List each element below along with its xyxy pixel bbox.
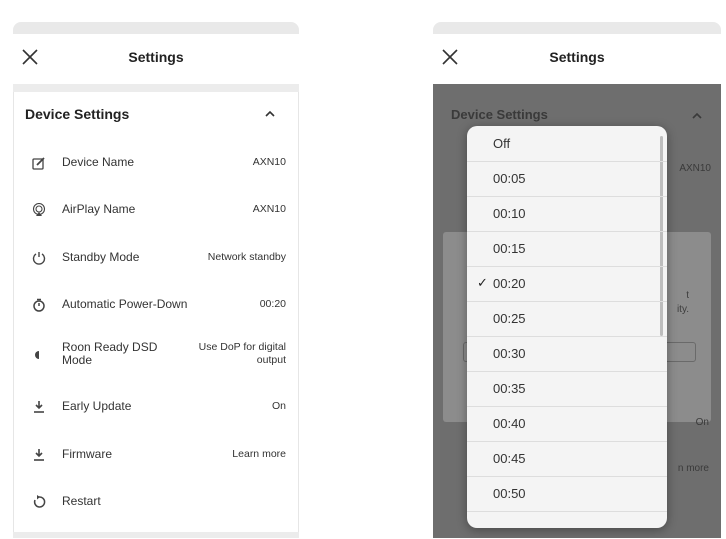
row-value: Learn more [232, 448, 286, 460]
row-label: Early Update [62, 399, 132, 413]
bottom-band [13, 532, 299, 538]
option-label: 00:25 [493, 311, 526, 326]
section-title: Device Settings [25, 106, 130, 122]
download-icon [34, 401, 44, 413]
row-device-name[interactable]: Device Name AXN10 [14, 144, 298, 184]
divider [13, 84, 299, 92]
top-bar [13, 22, 299, 34]
option-label: 00:10 [493, 206, 526, 221]
picker-option[interactable]: 00:50 [467, 476, 667, 512]
page-title: Settings [128, 49, 184, 65]
row-label: Restart [62, 494, 101, 508]
power-icon [32, 252, 46, 265]
option-label: 00:20 [493, 276, 526, 291]
picker-option-selected[interactable]: ✓ 00:20 [467, 266, 667, 302]
option-label: 00:30 [493, 346, 526, 361]
row-value: AXN10 [252, 156, 286, 168]
picker-option[interactable]: 00:05 [467, 161, 667, 197]
row-value: Use DoP for digital output [198, 341, 286, 366]
option-label: 00:50 [493, 486, 526, 501]
option-label: 00:05 [493, 171, 526, 186]
picker-option[interactable]: Off [467, 126, 667, 162]
restart-icon [33, 495, 46, 508]
row-value: 00:20 [259, 298, 286, 310]
settings-screen-left: Settings Device Settings Device Name AXN… [13, 22, 299, 538]
background-value: AXN10 [679, 163, 711, 174]
picker-option[interactable]: 00:45 [467, 441, 667, 477]
row-label: Firmware [62, 447, 112, 461]
option-label: 00:40 [493, 416, 526, 431]
chevron-up-icon[interactable] [264, 108, 276, 120]
row-value: On [271, 400, 286, 412]
row-standby-mode[interactable]: Standby Mode Network standby [14, 239, 298, 279]
download-icon [34, 449, 44, 461]
row-label: Device Name [62, 155, 135, 169]
row-value: AXN10 [252, 203, 286, 215]
nav-bar: Settings [13, 34, 299, 84]
section-title: Device Settings [451, 107, 548, 122]
picker-option[interactable]: 00:15 [467, 231, 667, 267]
picker-option[interactable]: 00:25 [467, 301, 667, 337]
airplay-icon [32, 203, 46, 216]
picker-option[interactable]: 00:35 [467, 371, 667, 407]
page-title: Settings [549, 49, 605, 65]
option-label: 00:15 [493, 241, 526, 256]
row-early-update[interactable]: Early Update On [14, 388, 298, 428]
power-down-picker[interactable]: Off 00:05 00:10 00:15 ✓ 00:20 00:25 00:3… [467, 126, 667, 528]
option-label: Off [493, 136, 511, 151]
row-label: Roon Ready DSD Mode [62, 340, 158, 367]
background-fragment: t [686, 290, 689, 301]
row-firmware[interactable]: Firmware Learn more [14, 436, 298, 476]
row-automatic-power-down[interactable]: Automatic Power-Down 00:20 [14, 286, 298, 326]
row-label: Automatic Power-Down [62, 297, 188, 311]
row-restart[interactable]: Restart [14, 483, 298, 523]
dsd-icon [35, 351, 39, 359]
top-bar [433, 22, 721, 34]
nav-bar: Settings [433, 34, 721, 84]
picker-option[interactable]: 00:40 [467, 406, 667, 442]
option-label: 00:45 [493, 451, 526, 466]
section-header[interactable]: Device Settings [25, 106, 298, 128]
chevron-up-icon [692, 112, 702, 119]
row-value: Network standby [207, 251, 286, 263]
picker-option[interactable]: 00:30 [467, 336, 667, 372]
row-label: Standby Mode [62, 250, 140, 264]
device-settings-panel: Device Settings Device Name AXN10 AirPla… [13, 92, 299, 538]
option-label: 00:35 [493, 381, 526, 396]
background-fragment: ity. [676, 304, 689, 315]
picker-option[interactable]: 00:10 [467, 196, 667, 232]
row-airplay-name[interactable]: AirPlay Name AXN10 [14, 191, 298, 231]
background-value: n more [677, 463, 709, 474]
row-label: AirPlay Name [62, 202, 136, 216]
row-roon-ready-dsd-mode[interactable]: Roon Ready DSD Mode Use DoP for digital … [14, 336, 298, 376]
settings-screen-right: Settings Device Settings AXN10 t ity. On… [433, 22, 721, 538]
checkmark-icon: ✓ [477, 275, 488, 290]
background-value: On [695, 417, 709, 428]
timer-icon [33, 298, 45, 312]
edit-icon [32, 157, 45, 170]
